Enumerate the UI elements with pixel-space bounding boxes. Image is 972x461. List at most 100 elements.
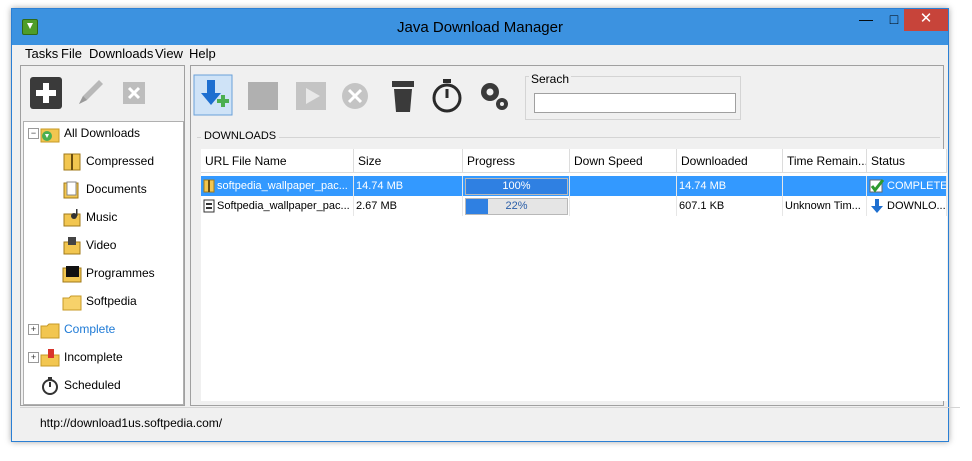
column-header-speed[interactable]: Down Speed	[570, 149, 677, 173]
settings-button[interactable]	[475, 74, 515, 116]
column-header-time-remaining[interactable]: Time Remain...	[783, 149, 867, 173]
plus-icon	[30, 77, 62, 109]
menu-tasks[interactable]: Tasks	[25, 46, 58, 61]
folder-icon	[62, 293, 82, 311]
tree-item-compressed[interactable]: Compressed	[62, 150, 154, 172]
cell-size: 14.74 MB	[354, 176, 463, 196]
column-header-status[interactable]: Status	[867, 149, 947, 173]
complete-folder-icon	[40, 321, 60, 339]
x-box-icon	[123, 82, 145, 104]
downloads-panel: Serach DOWNLOADS URL File Name Size Prog…	[190, 65, 947, 406]
file-icon	[203, 199, 215, 213]
menu-file[interactable]: File	[61, 46, 82, 61]
cell-size: 2.67 MB	[354, 196, 463, 216]
menu-view[interactable]: View	[155, 46, 183, 61]
delete-category-button[interactable]	[117, 76, 151, 110]
tree-label-complete: Complete	[64, 322, 116, 336]
pencil-icon	[79, 80, 103, 104]
programmes-icon	[62, 265, 82, 283]
tree-label-compressed: Compressed	[86, 154, 155, 168]
column-header-url[interactable]: URL File Name	[201, 149, 354, 173]
zip-file-icon	[203, 179, 215, 193]
window-title: Java Download Manager	[397, 19, 563, 36]
add-category-button[interactable]	[29, 76, 63, 110]
tree-label-programmes: Programmes	[86, 266, 155, 280]
cell-status: COMPLETE	[867, 176, 947, 196]
tree-item-softpedia[interactable]: Softpedia	[62, 290, 137, 312]
collapse-all-toggle[interactable]: −	[28, 128, 39, 139]
tree-label-all-downloads: All Downloads	[64, 126, 141, 140]
title-bar: Java Download Manager — □ ✕	[12, 9, 948, 45]
incomplete-folder-icon	[40, 348, 60, 367]
column-header-size[interactable]: Size	[354, 149, 463, 173]
tree-item-video[interactable]: Video	[62, 234, 116, 256]
stopwatch-icon	[432, 79, 462, 113]
video-icon	[62, 236, 82, 255]
schedule-button[interactable]	[427, 74, 467, 116]
compressed-icon	[62, 153, 82, 171]
cancel-circle-icon	[342, 83, 368, 109]
play-icon	[296, 82, 326, 110]
column-header-progress[interactable]: Progress	[463, 149, 570, 173]
progress-bar: 22%	[465, 198, 568, 215]
music-icon	[62, 208, 82, 227]
documents-icon	[62, 181, 82, 199]
cell-speed	[570, 196, 677, 216]
tree-item-incomplete[interactable]: Incomplete	[40, 346, 123, 368]
delete-download-button[interactable]	[383, 74, 423, 116]
search-input[interactable]	[534, 93, 736, 113]
status-bar: http://download1us.softpedia.com/	[20, 407, 960, 438]
menu-help[interactable]: Help	[189, 46, 216, 61]
cell-time-remaining	[783, 176, 867, 196]
stop-square-icon	[248, 82, 278, 110]
resume-button[interactable]	[291, 74, 331, 116]
progress-text: 100%	[502, 180, 531, 192]
tree-item-all-downloads[interactable]: All Downloads	[40, 122, 140, 144]
tree-item-scheduled[interactable]: Scheduled	[40, 374, 121, 396]
stopwatch-icon	[40, 376, 60, 395]
category-tree: − All Downloads Compressed Documents Mus…	[23, 121, 184, 405]
cell-downloaded: 607.1 KB	[677, 196, 783, 216]
cell-time-remaining: Unknown Tim...	[783, 196, 867, 216]
cell-file-name: Softpedia_wallpaper_pac...	[201, 196, 354, 216]
pause-button[interactable]	[243, 74, 283, 116]
cell-speed	[570, 176, 677, 196]
tree-label-scheduled: Scheduled	[64, 378, 121, 392]
tree-item-programmes[interactable]: Programmes	[62, 262, 155, 284]
minimize-button[interactable]: —	[852, 9, 880, 31]
menu-downloads[interactable]: Downloads	[89, 46, 153, 61]
tree-label-incomplete: Incomplete	[64, 350, 123, 364]
downloads-group-label: DOWNLOADS	[201, 130, 280, 142]
downloads-table: URL File Name Size Progress Down Speed D…	[201, 149, 947, 401]
edit-category-button[interactable]	[73, 76, 107, 110]
search-label: Serach	[529, 72, 572, 86]
tree-item-complete[interactable]: Complete	[40, 318, 115, 340]
category-panel: − All Downloads Compressed Documents Mus…	[20, 65, 185, 406]
tree-item-music[interactable]: Music	[62, 206, 117, 228]
download-plus-icon	[193, 74, 233, 116]
progress-text: 22%	[505, 200, 528, 212]
expand-incomplete-toggle[interactable]: +	[28, 352, 39, 363]
close-button[interactable]: ✕	[904, 9, 948, 31]
tree-item-documents[interactable]: Documents	[62, 178, 147, 200]
app-window: Java Download Manager — □ ✕ Tasks File D…	[11, 8, 960, 442]
tree-label-softpedia: Softpedia	[86, 294, 137, 308]
check-icon	[869, 179, 885, 193]
cell-status: DOWNLO...	[867, 196, 947, 216]
download-arrow-icon	[871, 199, 883, 214]
progress-bar: 100%	[465, 178, 568, 195]
expand-complete-toggle[interactable]: +	[28, 324, 39, 335]
add-download-button[interactable]	[193, 74, 233, 116]
cancel-download-button[interactable]	[335, 74, 375, 116]
table-row[interactable]: softpedia_wallpaper_pac... 14.74 MB 100%…	[201, 176, 947, 196]
tree-label-video: Video	[86, 238, 117, 252]
cell-progress: 100%	[463, 176, 570, 196]
tree-label-music: Music	[86, 210, 118, 224]
trash-icon	[392, 81, 414, 112]
cell-file-name: softpedia_wallpaper_pac...	[201, 176, 354, 196]
column-header-downloaded[interactable]: Downloaded	[677, 149, 783, 173]
all-downloads-icon	[40, 125, 60, 143]
status-url: http://download1us.softpedia.com/	[40, 416, 223, 430]
table-row[interactable]: Softpedia_wallpaper_pac... 2.67 MB 22% 6…	[201, 196, 947, 216]
category-toolbar	[21, 66, 184, 120]
